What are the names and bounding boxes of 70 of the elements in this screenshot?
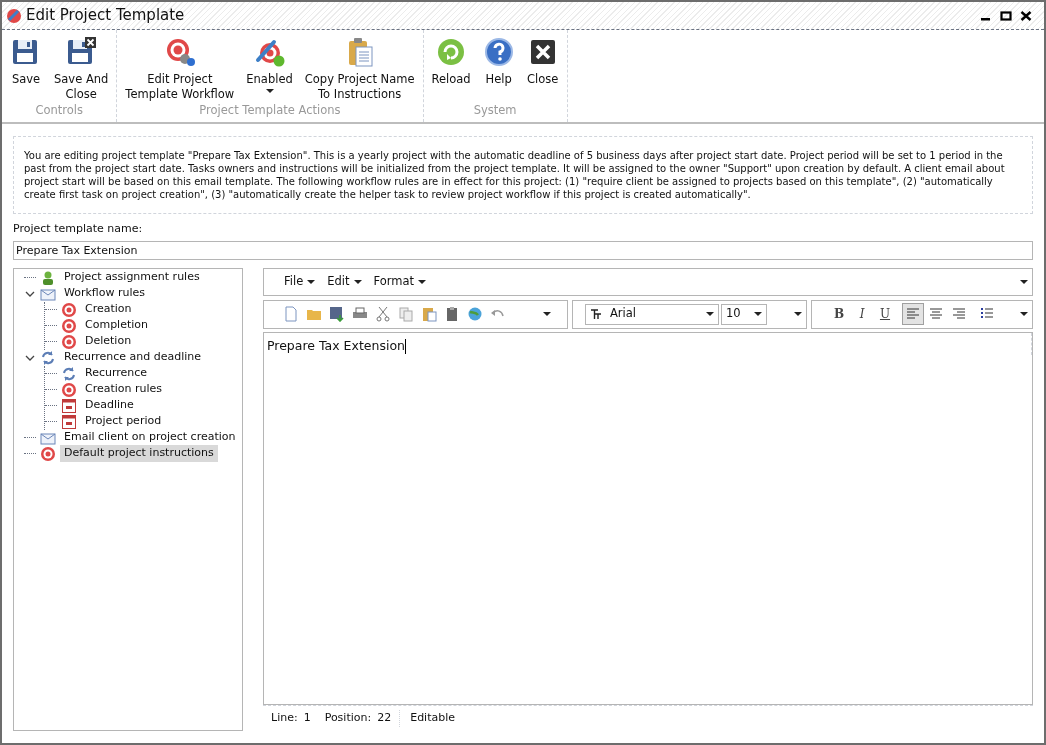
close-icon[interactable] [1020,9,1032,22]
ribbon-button[interactable]: Edit Project Template Workflow [121,36,239,102]
caret-icon[interactable] [307,277,316,286]
ribbon-button[interactable]: Save [6,36,46,87]
ribbon-button[interactable]: Reload [427,36,475,87]
ribbon-button[interactable]: Save And Close [50,36,113,102]
menu-item[interactable]: File [284,272,316,291]
tree-item[interactable]: Creation rules [81,381,167,398]
tree-item[interactable]: Email client on project creation [60,429,240,446]
info-text: You are editing project template "Prepare Tax Extension". This is a yearly project with the automatic deadline of 5 business days after project start date. Project period will be set to 1 period in the past from the project start date. Tasks owners and instructions will be initialized from the project template. It will be assigned to the owner "Support" upon creation by default. A client email about project start will be based on this email template. The following workflow rules are in effect for this project: (1) "require client be assigned to projects based on this template", (2) "automatically create first task on project creation", (3) "automatically create the helper task to review project workflow if this project is created automatically". [13,136,1033,214]
tree-item[interactable]: Deadline [81,397,138,414]
status-label: Line: [271,710,298,727]
app-logo-icon [6,7,22,24]
person-icon [40,269,56,286]
window-title: Edit Project Template [26,5,186,27]
ribbon-button[interactable]: Close [522,36,563,87]
caret-icon[interactable] [754,310,762,318]
align-icon [907,308,919,320]
align-icon [953,308,965,320]
tree-item[interactable]: Project period [81,413,166,430]
ribbon-button[interactable]: Help [478,36,519,87]
group-label: Controls [34,102,84,119]
tree-item[interactable]: Deletion [81,333,136,350]
status-mode: Editable [410,710,456,727]
calendar-icon [61,397,77,414]
cycle-arrows-icon [40,349,56,366]
tree-item[interactable]: Recurrence [81,365,152,382]
caret-icon[interactable] [1020,310,1028,318]
field-label: Project template name: [13,221,144,237]
caret-icon[interactable] [265,87,274,95]
tree-item[interactable]: Creation [81,301,136,318]
target-icon [40,445,56,462]
caret-icon[interactable] [1020,277,1028,286]
status-value: 22 [377,710,401,727]
ribbon-button[interactable]: Copy Project Name To Instructions [300,36,419,102]
status-value: 1 [303,710,311,727]
tree-item[interactable]: Recurrence and deadline [60,349,206,366]
tree-item[interactable]: Project assignment rules [60,269,204,286]
group-label: Project Template Actions [198,102,342,119]
target-icon [61,381,77,398]
align-icon [930,308,942,320]
name-input[interactable]: Prepare Tax Extension [13,240,1033,260]
target-icon [61,301,77,318]
maximize-icon[interactable] [1000,9,1012,22]
ribbon-button[interactable]: Enabled [242,36,297,95]
style-button[interactable]: B [828,303,850,325]
cycle-arrows-icon [61,365,77,382]
editor-text[interactable]: Prepare Tax Extension [264,332,1032,356]
tree-item[interactable]: Workflow rules [60,285,150,302]
caret-icon[interactable] [543,310,551,318]
style-button[interactable]: U [874,303,896,325]
caret-icon[interactable] [353,277,362,286]
target-icon [61,333,77,350]
calendar-icon [61,413,77,430]
menu-item[interactable]: Format [373,272,427,291]
caret-icon[interactable] [418,277,427,286]
font-icon [590,308,602,320]
help-icon [482,36,515,68]
group-label: System [472,101,518,119]
style-button[interactable]: I [851,303,873,325]
status-label: Position: [324,710,372,727]
target-icon [61,317,77,334]
caret-icon[interactable] [706,310,714,318]
caret-icon[interactable] [794,310,802,318]
tree-item[interactable]: Default project instructions [60,445,218,462]
font-select[interactable]: Arial [585,303,719,325]
tree-item[interactable]: Completion [81,317,152,334]
size-select[interactable]: 10 [721,303,767,325]
align-button[interactable] [902,303,924,325]
menu-item[interactable]: Edit [327,272,362,291]
